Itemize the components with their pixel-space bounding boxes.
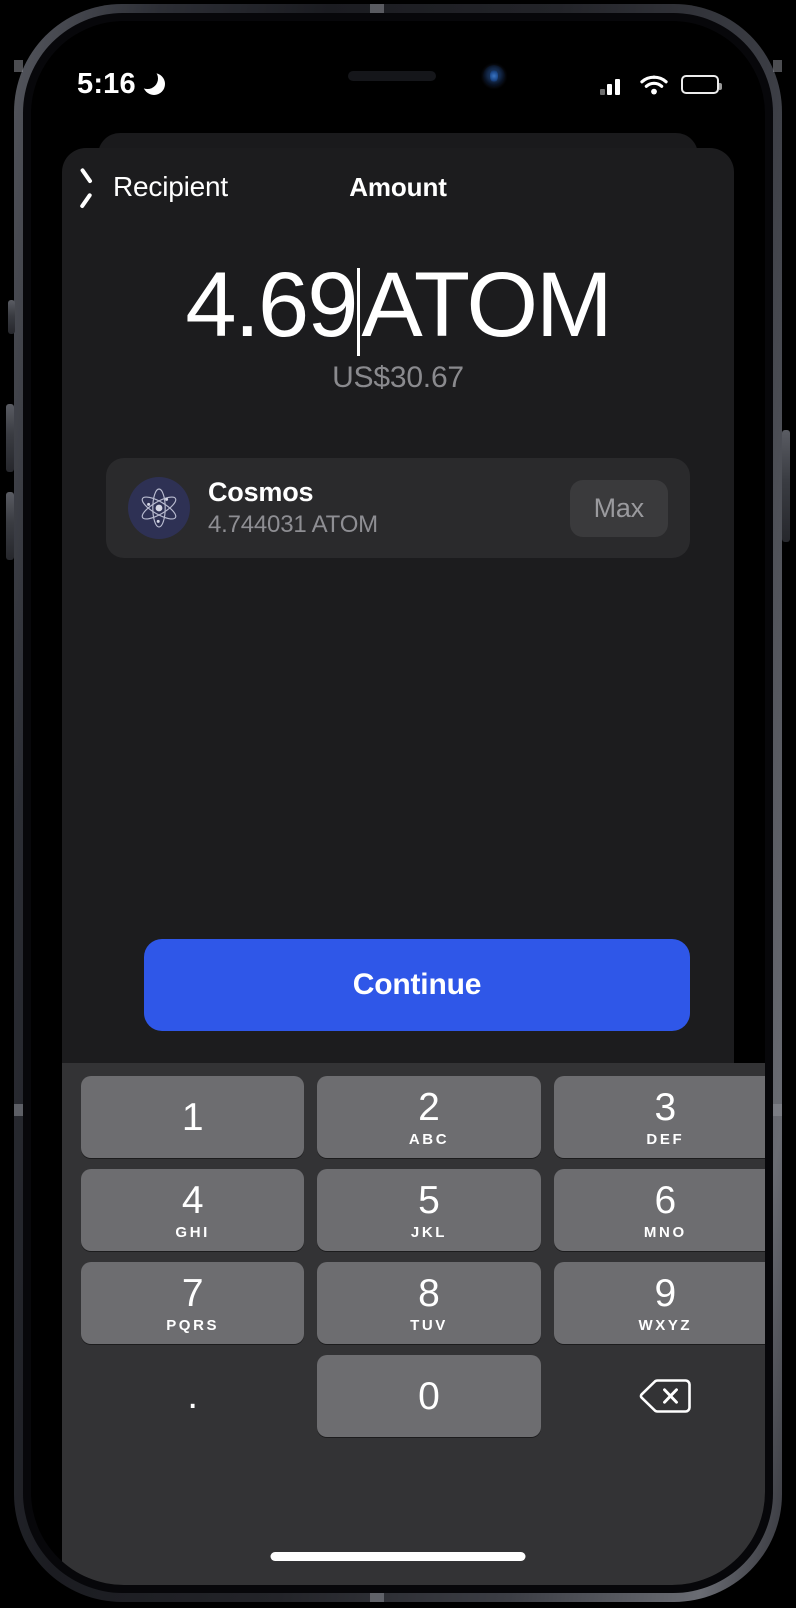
battery-icon: [681, 74, 722, 94]
key-digit: 6: [654, 1178, 677, 1222]
status-bar-clock: 5:16: [77, 67, 136, 100]
key-digit: 4: [181, 1178, 204, 1222]
key-letters: DEF: [646, 1130, 685, 1148]
key-letters: WXYZ: [638, 1316, 693, 1334]
asset-card[interactable]: Cosmos 4.744031 ATOM Max: [106, 458, 690, 559]
key-letters: JKL: [410, 1223, 448, 1241]
nav-bar: Recipient Amount: [62, 148, 734, 226]
key-decimal[interactable]: .: [81, 1355, 304, 1437]
key-1[interactable]: 1: [81, 1076, 305, 1158]
amount-display[interactable]: 4.69 ATOM US$30.67: [62, 254, 734, 395]
key-digit: .: [187, 1374, 199, 1418]
key-letters: GHI: [175, 1223, 210, 1241]
volume-up-button[interactable]: [6, 404, 14, 472]
key-digit: 2: [418, 1085, 440, 1129]
back-button[interactable]: Recipient: [88, 171, 228, 203]
power-button[interactable]: [782, 430, 790, 542]
chevron-left-icon: [88, 173, 104, 201]
key-letters: MNO: [643, 1223, 687, 1241]
asset-text: Cosmos 4.744031 ATOM: [208, 477, 552, 539]
key-backspace[interactable]: [554, 1355, 765, 1437]
keypad-row: 1 2 ABC 3 DEF: [67, 1076, 765, 1158]
status-bar: 5:16: [31, 61, 765, 107]
mute-switch-button[interactable]: [8, 300, 15, 334]
continue-button[interactable]: Continue: [144, 939, 690, 1031]
key-0[interactable]: 0: [317, 1355, 541, 1437]
volume-down-button[interactable]: [6, 492, 14, 560]
keypad-row: 7 PQRS 8 TUV 9 WXYZ: [67, 1262, 765, 1344]
cosmos-atom-icon: [128, 477, 190, 540]
max-button[interactable]: Max: [569, 479, 668, 537]
asset-name: Cosmos: [208, 477, 314, 508]
text-cursor: [357, 267, 361, 356]
speaker-grille: [348, 71, 436, 81]
key-3[interactable]: 3 DEF: [553, 1076, 765, 1158]
frame-seam-right-top: [773, 60, 782, 72]
key-4[interactable]: 4 GHI: [81, 1169, 305, 1251]
frame-seam-left-bottom: [14, 1104, 23, 1116]
key-digit: 8: [418, 1271, 440, 1315]
key-digit: 1: [181, 1095, 204, 1139]
key-letters: TUV: [410, 1316, 448, 1334]
amount-row: 4.69 ATOM: [62, 254, 734, 356]
status-bar-right: [599, 74, 722, 95]
home-indicator: [270, 1552, 526, 1561]
amount-value: 4.69: [185, 254, 358, 356]
back-button-label: Recipient: [113, 171, 228, 202]
frame-seam-top: [370, 4, 384, 13]
key-6[interactable]: 6 MNO: [553, 1169, 765, 1251]
asset-balance: 4.744031 ATOM: [208, 511, 378, 539]
frame-seam-bottom: [370, 1593, 384, 1602]
device-screen: 5:16 Recipient Amount 4.69 ATOM US$30.67…: [31, 21, 765, 1585]
key-digit: 3: [654, 1085, 677, 1129]
status-bar-left: 5:16: [77, 68, 165, 101]
keypad-row: . 0: [67, 1355, 765, 1437]
key-letters: PQRS: [166, 1316, 220, 1334]
amount-sheet: Recipient Amount 4.69 ATOM US$30.67 Cosm…: [62, 148, 734, 1063]
wifi-icon: [640, 74, 668, 95]
key-9[interactable]: 9 WXYZ: [553, 1262, 765, 1344]
key-8[interactable]: 8 TUV: [317, 1262, 541, 1344]
frame-seam-right-bottom: [773, 1104, 782, 1116]
key-7[interactable]: 7 PQRS: [81, 1262, 305, 1344]
cellular-signal-icon: [599, 74, 628, 95]
notch: [279, 21, 517, 55]
amount-ticker: ATOM: [361, 254, 612, 356]
fiat-value: US$30.67: [332, 361, 464, 395]
key-letters: ABC: [408, 1130, 450, 1148]
key-digit: 7: [181, 1271, 204, 1315]
key-digit: 9: [654, 1271, 677, 1315]
key-2[interactable]: 2 ABC: [317, 1076, 541, 1158]
backspace-icon: [638, 1376, 692, 1416]
frame-seam-left-top: [14, 60, 23, 72]
key-5[interactable]: 5 JKL: [317, 1169, 541, 1251]
moon-icon: [136, 68, 165, 95]
key-digit: 5: [418, 1178, 440, 1222]
keypad-row: 4 GHI 5 JKL 6 MNO: [67, 1169, 765, 1251]
front-camera-icon: [483, 65, 505, 87]
key-digit: 0: [418, 1374, 440, 1418]
numeric-keypad: 1 2 ABC 3 DEF 4 GHI 5 JKL 6 MNO 7 PQRS 8…: [62, 1063, 765, 1585]
